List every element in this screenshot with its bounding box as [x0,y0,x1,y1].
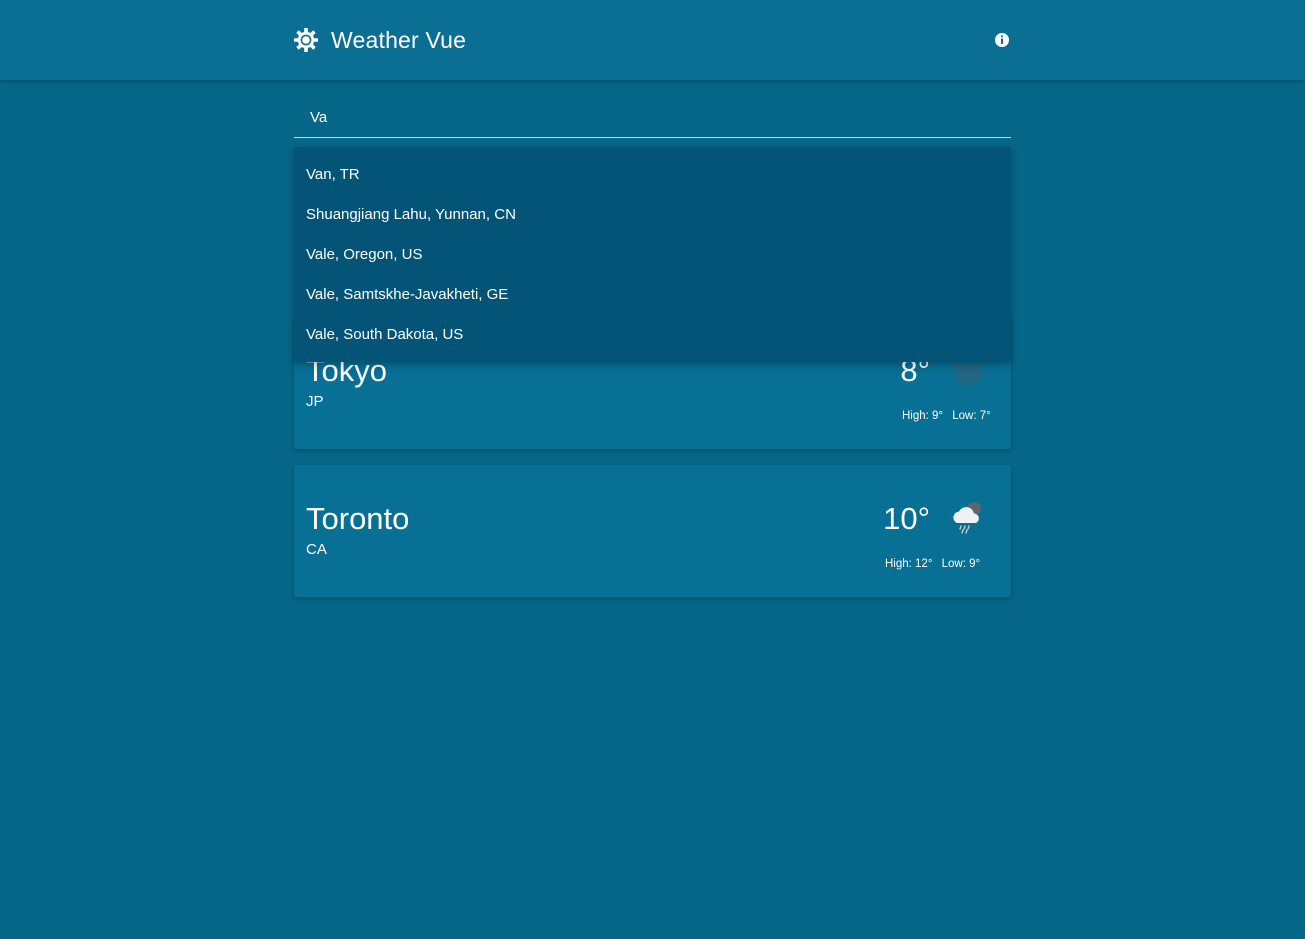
search-field[interactable] [294,100,1011,138]
app-title: Weather Vue [331,26,467,53]
card-high: High: 9° [902,410,944,422]
info-button[interactable] [993,31,1011,49]
card-low: Low: 9° [941,558,981,570]
card-low: Low: 7° [952,410,991,422]
card-city: Toronto [306,501,410,536]
card-high: High: 12° [885,558,933,570]
card-country: JP [306,393,324,410]
sun-gear-icon [294,28,318,52]
card-temperature: 10° [883,501,930,536]
card-country: CA [306,541,327,558]
app-bar: Weather Vue [0,0,1305,80]
info-icon [995,33,1009,47]
suggestion-item[interactable]: Vale, Oregon, US [294,235,1011,275]
card-high-low: High: 12° Low: 9° [885,558,980,570]
weather-card-toronto[interactable]: Toronto CA 10° High: 12° Low: 9° [294,465,1011,597]
suggestion-item[interactable]: Vale, Samtskhe-Javakheti, GE [294,275,1011,315]
suggestion-item[interactable]: Shuangjiang Lahu, Yunnan, CN [294,195,1011,235]
rain-cloud-icon [953,502,981,534]
search-input[interactable] [310,106,990,128]
suggestions-dropdown: Van, TR Shuangjiang Lahu, Yunnan, CN Val… [294,147,1011,362]
card-high-low: High: 9° Low: 7° [902,410,991,422]
suggestion-item[interactable]: Van, TR [294,155,1011,195]
suggestion-item[interactable]: Vale, South Dakota, US [294,315,1011,355]
brand[interactable]: Weather Vue [293,24,466,56]
